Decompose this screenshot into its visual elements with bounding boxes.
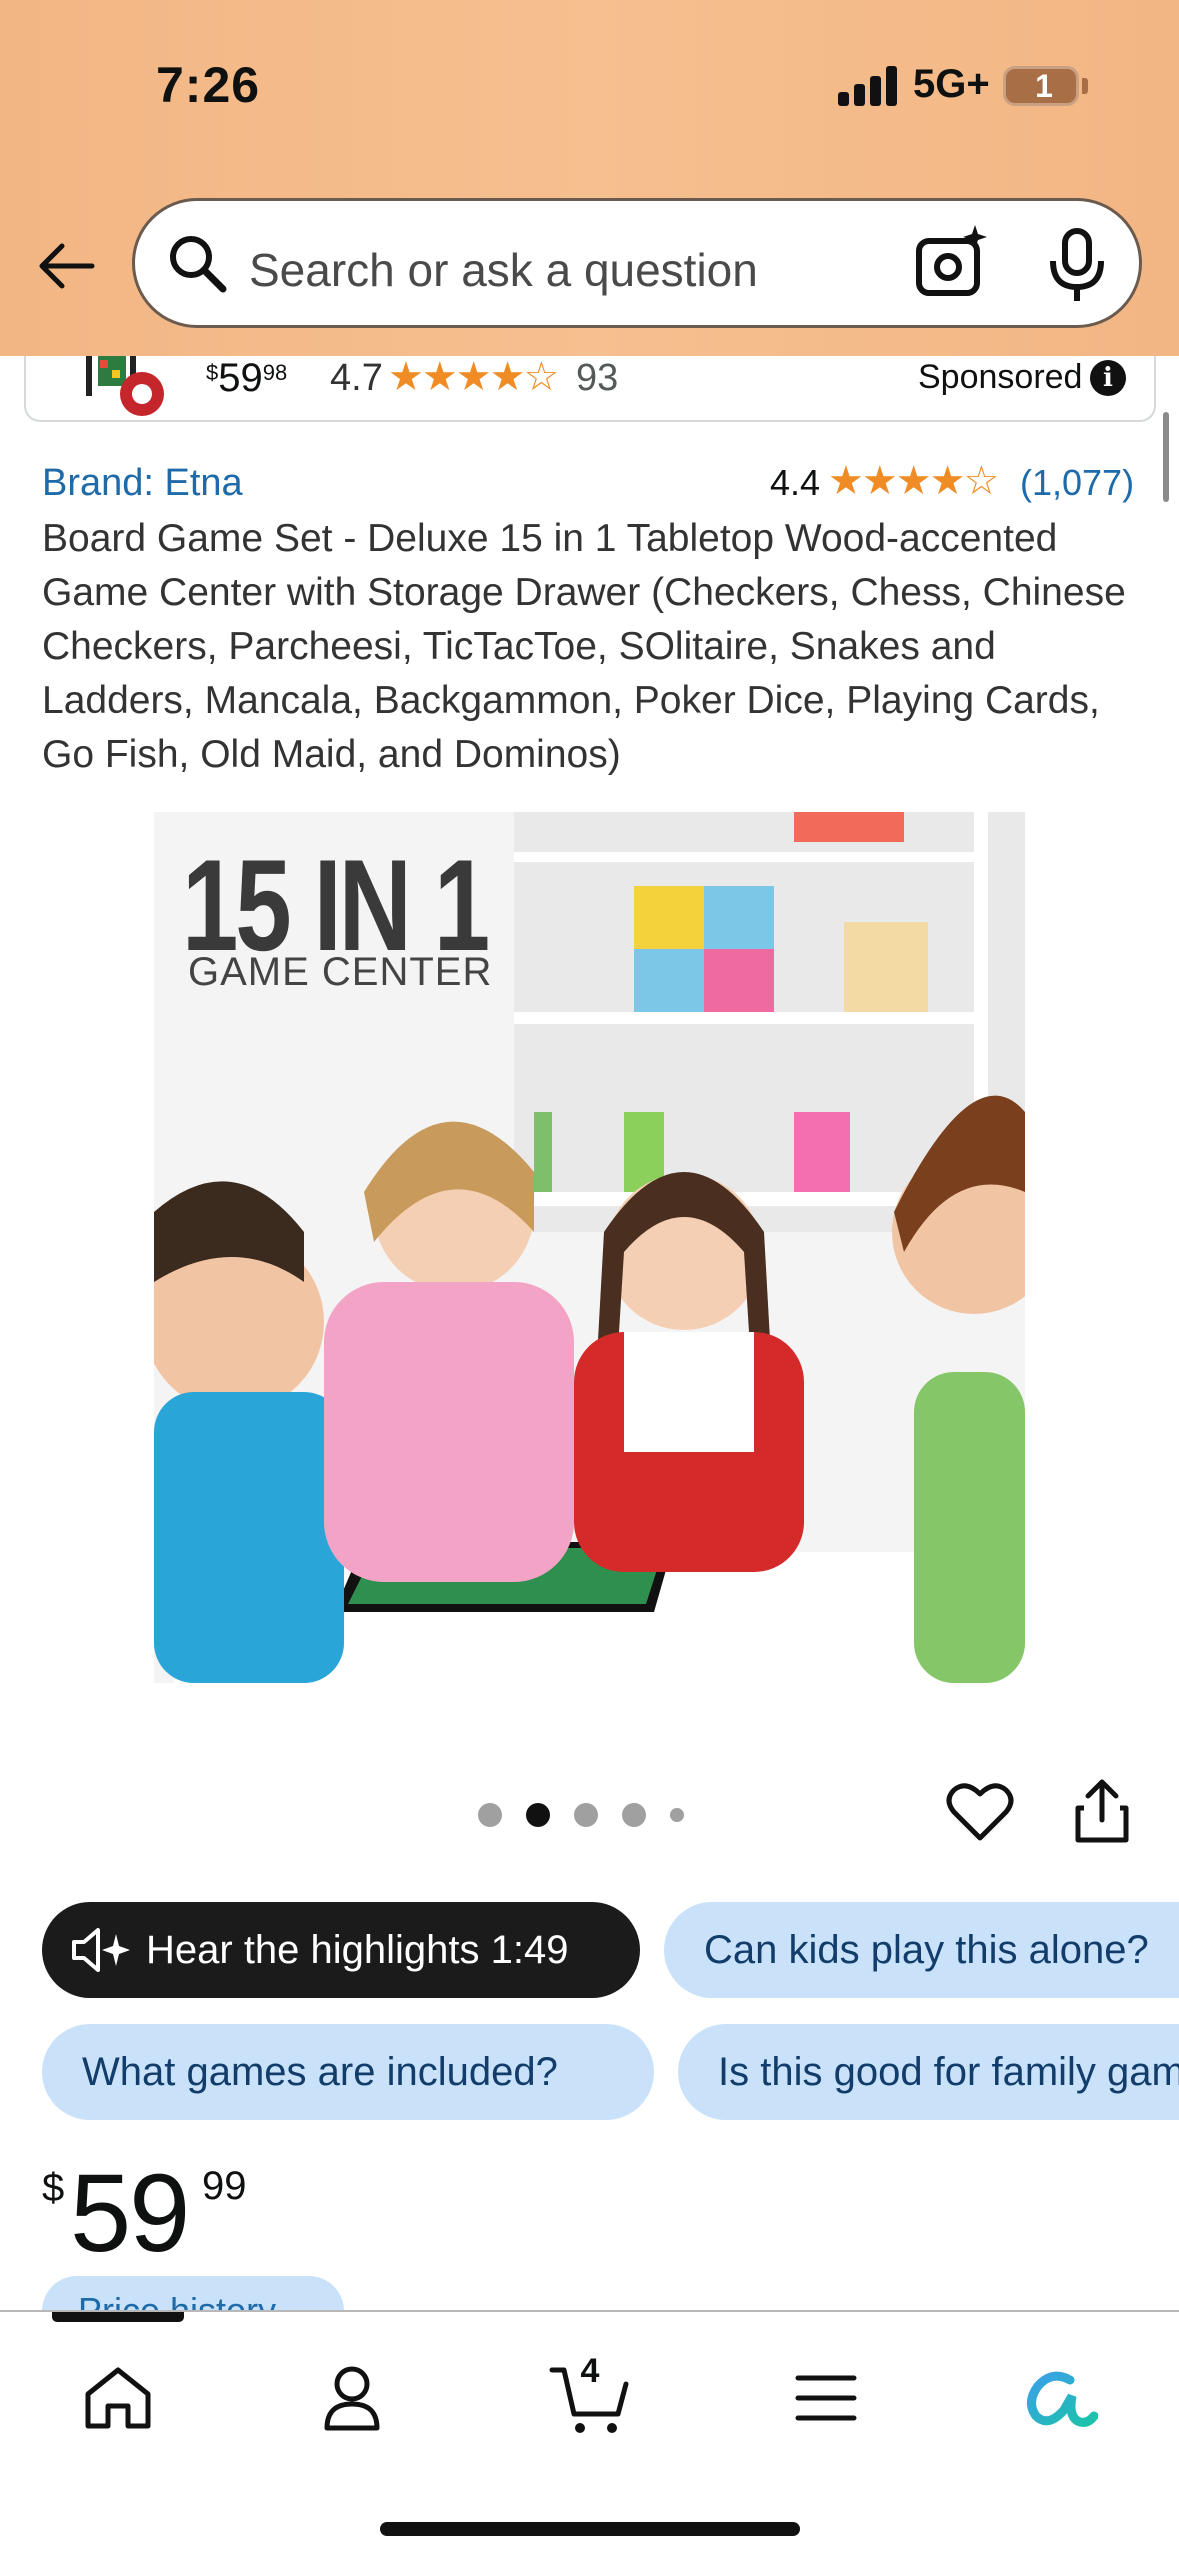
- sponsored-review-count: 93: [576, 357, 619, 399]
- nav-menu-button[interactable]: [776, 2348, 876, 2448]
- carousel-dot[interactable]: [574, 1803, 598, 1827]
- network-label: 5G+: [913, 62, 990, 106]
- question-chip-label: Can kids play this alone?: [704, 1928, 1149, 1972]
- sponsored-stars-icon: ★★★★☆: [388, 355, 559, 399]
- sponsored-price-fraction: 98: [262, 360, 288, 385]
- carousel-dot-active[interactable]: [526, 1803, 550, 1827]
- price-fraction: 99: [202, 2164, 247, 2208]
- nav-active-indicator: [52, 2312, 184, 2322]
- image-subheadline: GAME CENTER: [188, 950, 493, 994]
- nav-home-button[interactable]: [68, 2348, 168, 2448]
- search-placeholder: Search or ask a question: [249, 244, 758, 296]
- product-stars-icon[interactable]: ★★★★☆: [828, 458, 999, 504]
- question-chip-label: What games are included?: [82, 2050, 558, 2094]
- price-whole: 59: [70, 2152, 190, 2275]
- carousel-dot[interactable]: [478, 1803, 502, 1827]
- sponsored-price: $5998: [206, 356, 287, 401]
- carousel-dots[interactable]: [478, 1801, 684, 1829]
- header: 7:26 5G+ 1 Search or ask a question: [0, 0, 1179, 356]
- brand-link[interactable]: Brand: Etna: [42, 462, 243, 505]
- nav-rufus-button[interactable]: [1010, 2348, 1110, 2448]
- back-arrow-icon: [39, 243, 95, 289]
- account-icon: [324, 2366, 380, 2431]
- microphone-icon[interactable]: [1045, 227, 1109, 305]
- scroll-indicator: [1163, 412, 1169, 502]
- question-chip-family[interactable]: Is this good for family game night?: [678, 2024, 1179, 2120]
- battery-icon: 1: [1003, 66, 1079, 106]
- sponsored-rating: 4.7: [330, 357, 383, 399]
- camera-search-icon[interactable]: [911, 221, 995, 305]
- cell-signal-icon: [838, 66, 898, 106]
- carousel-dot[interactable]: [622, 1803, 646, 1827]
- question-chip-kids-alone[interactable]: Can kids play this alone?: [664, 1902, 1179, 1998]
- price-symbol: $: [42, 2166, 65, 2210]
- status-time: 7:26: [156, 57, 261, 113]
- nav-account-button[interactable]: [302, 2348, 402, 2448]
- sponsored-product-image: [86, 356, 164, 416]
- hear-highlights-label: Hear the highlights 1:49: [146, 1928, 569, 1972]
- home-indicator: [380, 2522, 800, 2536]
- carousel-dot[interactable]: [670, 1808, 684, 1822]
- product-rating: 4.4: [770, 462, 821, 503]
- heart-icon[interactable]: [946, 1780, 1014, 1844]
- menu-icon: [795, 2375, 857, 2421]
- sponsored-thumbnail[interactable]: [80, 356, 210, 416]
- search-input[interactable]: Search or ask a question: [132, 198, 1142, 328]
- home-icon: [85, 2367, 151, 2429]
- sponsored-label: Sponsored: [918, 358, 1083, 396]
- question-chip-label: Is this good for family game night?: [718, 2050, 1179, 2094]
- product-title: Board Game Set - Deluxe 15 in 1 Tabletop…: [42, 517, 1126, 776]
- bottom-nav: 4: [0, 2310, 1179, 2556]
- cart-count: 4: [580, 2352, 600, 2390]
- back-button[interactable]: [28, 228, 104, 304]
- rating-count-link[interactable]: (1,077): [1020, 462, 1134, 504]
- sponsored-price-symbol: $: [206, 360, 219, 385]
- hear-highlights-button[interactable]: Hear the highlights 1:49: [42, 1902, 640, 1998]
- question-chip-games-included[interactable]: What games are included?: [42, 2024, 654, 2120]
- sponsored-price-whole: 59: [218, 356, 263, 400]
- info-icon[interactable]: i: [1090, 360, 1126, 396]
- nav-cart-button[interactable]: 4: [540, 2348, 640, 2448]
- share-icon[interactable]: [1070, 1776, 1134, 1846]
- rufus-icon: [1027, 2371, 1098, 2427]
- battery-nub: [1082, 78, 1088, 94]
- product-image[interactable]: 15 IN 1 GAME CENTER: [154, 812, 1025, 1683]
- battery-level: 1: [1035, 68, 1053, 104]
- search-icon: [170, 236, 227, 293]
- speaker-sparkle-icon: [72, 1928, 130, 1972]
